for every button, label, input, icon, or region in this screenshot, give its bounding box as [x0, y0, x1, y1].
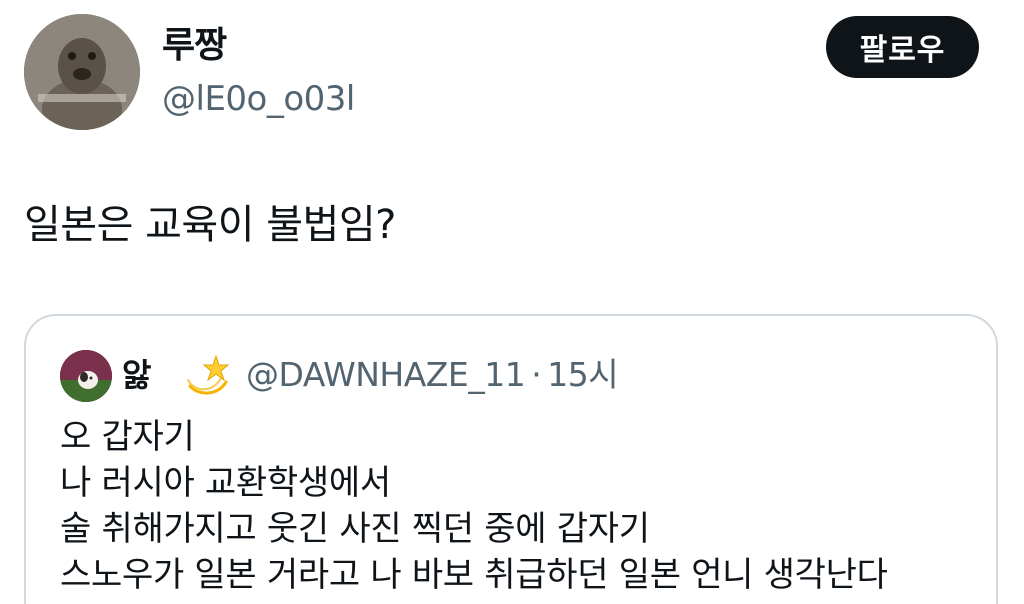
author-avatar[interactable]	[24, 14, 140, 130]
quoted-tweet-line: 오 갑자기	[60, 417, 195, 457]
quoted-tweet-line: 스노우가 일본 거라고 나 바보 취급하던 일본 언니 생각난다	[60, 555, 888, 595]
author-handle[interactable]: @lE0o_o03l	[162, 79, 355, 119]
quoted-tweet-time[interactable]: 15시	[547, 355, 618, 394]
quoted-author-handle[interactable]: @DAWNHAZE_11	[246, 355, 526, 394]
tweet-text: 일본은 교육이 불법임?	[24, 202, 396, 248]
quoted-avatar-photo-icon	[60, 350, 112, 402]
quoted-tweet-card[interactable]: 앓 @DAWNHAZE_11 · 15시 오 갑자기 나 러시아 교환학생에서 술 …	[24, 314, 998, 604]
quoted-author-name[interactable]: 앓	[122, 354, 151, 396]
quoted-author-avatar[interactable]	[60, 350, 112, 402]
author-display-name[interactable]: 루짱	[162, 26, 227, 66]
quoted-tweet-line: 나 러시아 교환학생에서	[60, 463, 391, 503]
quoted-handle-time: @DAWNHAZE_11 · 15시	[246, 354, 619, 396]
quoted-tweet-text: 오 갑자기 나 러시아 교환학생에서 술 취해가지고 웃긴 사진 찍던 중에 갑…	[60, 414, 888, 598]
avatar-photo-icon	[24, 14, 140, 130]
quoted-tweet-line: 술 취해가지고 웃긴 사진 찍던 중에 갑자기	[60, 509, 650, 549]
dizzy-star-icon	[187, 354, 230, 395]
follow-button[interactable]: 팔로우	[826, 16, 979, 78]
separator-dot: ·	[531, 355, 542, 394]
tweet-page: 루짱 @lE0o_o03l 팔로우 일본은 교육이 불법임? 앓 @DAWNHA…	[0, 0, 1024, 604]
